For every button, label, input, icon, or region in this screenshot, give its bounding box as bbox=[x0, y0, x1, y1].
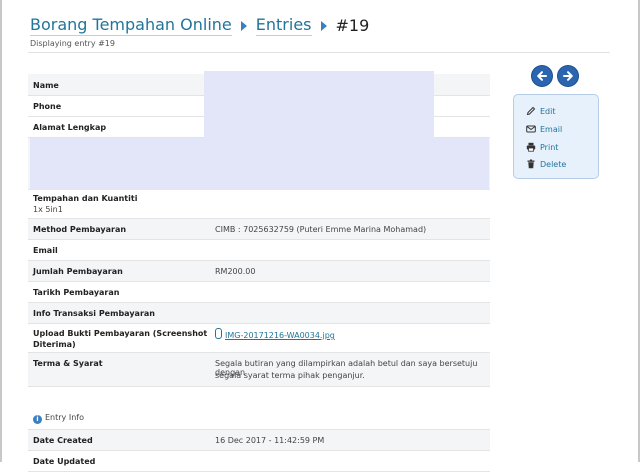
info-icon: i bbox=[33, 415, 42, 424]
previous-entry-button[interactable] bbox=[532, 66, 552, 86]
entry-navigation bbox=[532, 66, 578, 86]
breadcrumb: Borang Tempahan Online Entries #19 bbox=[30, 15, 369, 36]
breadcrumb-separator-icon bbox=[240, 20, 247, 31]
redacted-address bbox=[30, 138, 489, 190]
next-entry-button[interactable] bbox=[558, 66, 578, 86]
terms-label: Terma & Syarat bbox=[33, 359, 103, 368]
order-value: 1x 5in1 bbox=[33, 205, 63, 214]
arrow-left-icon bbox=[537, 71, 547, 81]
delete-button[interactable]: Delete bbox=[526, 159, 566, 169]
row-upload: Upload Bukti Pembayaran (Screenshot Dite… bbox=[28, 324, 490, 353]
terms-line2: segala syarat terma pihak penganjur. bbox=[215, 371, 365, 380]
entry-info-title: Entry Info bbox=[45, 413, 84, 422]
entry-actions-panel: Edit Email Print Delete bbox=[513, 94, 599, 179]
breadcrumb-current: #19 bbox=[335, 16, 370, 35]
entry-info-title-wrap: i Entry Info bbox=[33, 413, 84, 424]
row-terms: Terma & Syarat Segala butiran yang dilam… bbox=[28, 353, 490, 387]
upload-file-name[interactable]: IMG-20171216-WA0034.jpg bbox=[225, 331, 335, 340]
row-payment-date: Tarikh Pembayaran bbox=[28, 282, 490, 303]
payment-method-value: CIMB : 7025632759 (Puteri Emme Marina Mo… bbox=[215, 225, 427, 234]
row-email: Email bbox=[28, 240, 490, 261]
entry-info-header: i Entry Info bbox=[28, 408, 490, 430]
arrow-right-icon bbox=[563, 71, 573, 81]
transaction-info-label: Info Transaksi Pembayaran bbox=[33, 309, 155, 318]
date-created-value: 16 Dec 2017 - 11:42:59 PM bbox=[215, 436, 325, 445]
email-action-label: Email bbox=[540, 124, 563, 134]
trash-icon bbox=[527, 159, 535, 169]
edit-label: Edit bbox=[540, 106, 556, 116]
pencil-icon bbox=[526, 106, 536, 116]
row-date-created: Date Created 16 Dec 2017 - 11:42:59 PM bbox=[28, 430, 490, 451]
header-divider bbox=[28, 52, 610, 53]
breadcrumb-separator-icon bbox=[320, 20, 327, 31]
window-border-left bbox=[0, 0, 2, 462]
payment-date-label: Tarikh Pembayaran bbox=[33, 288, 120, 297]
printer-icon bbox=[526, 142, 536, 152]
row-spacer bbox=[28, 387, 490, 408]
envelope-icon bbox=[526, 125, 536, 133]
page-header: Borang Tempahan Online Entries #19 Displ… bbox=[30, 15, 369, 48]
row-transaction-info: Info Transaksi Pembayaran bbox=[28, 303, 490, 324]
payment-method-label: Method Pembayaran bbox=[33, 225, 127, 234]
row-payment-method: Method Pembayaran CIMB : 7025632759 (Put… bbox=[28, 219, 490, 240]
delete-label: Delete bbox=[540, 159, 567, 169]
email-label: Email bbox=[33, 246, 58, 255]
upload-file-link[interactable]: IMG-20171216-WA0034.jpg bbox=[215, 328, 335, 340]
row-order: Tempahan dan Kuantiti 1x 5in1 bbox=[28, 190, 490, 219]
date-created-label: Date Created bbox=[33, 436, 93, 445]
upload-label-line1: Upload Bukti Pembayaran (Screenshot bbox=[33, 329, 208, 338]
paperclip-icon bbox=[215, 328, 222, 339]
upload-label-line2: Diterima) bbox=[33, 340, 76, 349]
breadcrumb-entries-link[interactable]: Entries bbox=[255, 15, 312, 36]
phone-label: Phone bbox=[33, 102, 62, 111]
print-label: Print bbox=[540, 142, 559, 152]
breadcrumb-form-link[interactable]: Borang Tempahan Online bbox=[30, 15, 232, 36]
amount-label: Jumlah Pembayaran bbox=[33, 267, 123, 276]
order-label: Tempahan dan Kuantiti bbox=[33, 194, 138, 203]
redacted-personal-info bbox=[204, 71, 434, 138]
edit-button[interactable]: Edit bbox=[526, 106, 556, 116]
row-amount: Jumlah Pembayaran RM200.00 bbox=[28, 261, 490, 282]
print-button[interactable]: Print bbox=[526, 142, 558, 152]
page-subtitle: Displaying entry #19 bbox=[30, 39, 115, 48]
email-button[interactable]: Email bbox=[526, 124, 562, 134]
amount-value: RM200.00 bbox=[215, 267, 256, 276]
address-label: Alamat Lengkap bbox=[33, 123, 107, 132]
name-label: Name bbox=[33, 81, 59, 90]
